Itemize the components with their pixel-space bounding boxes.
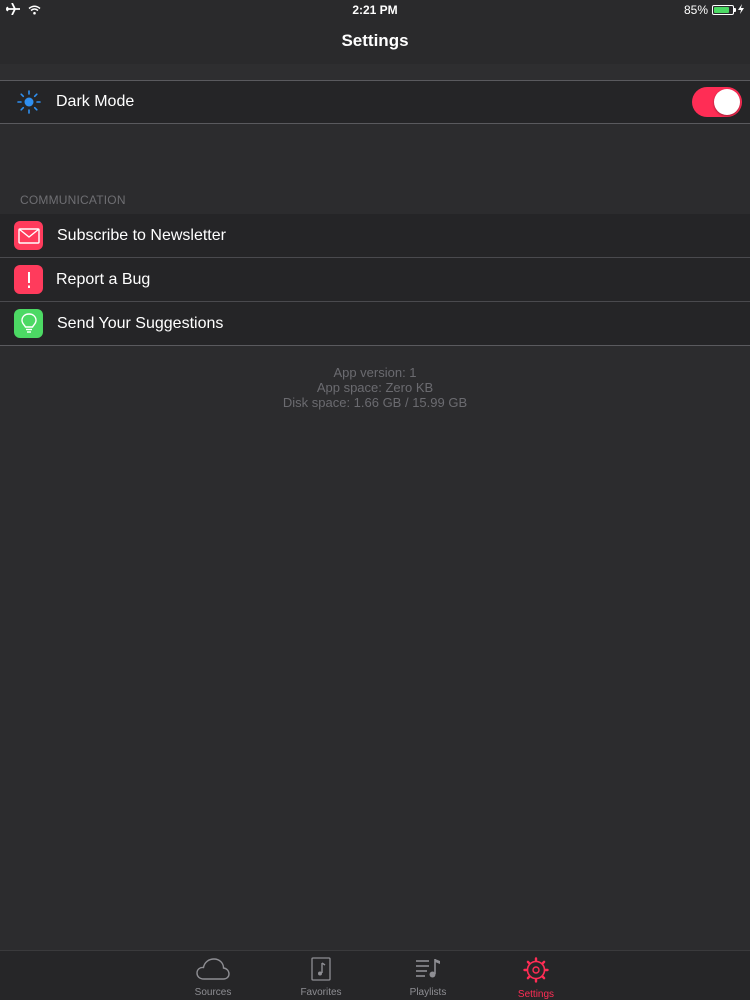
dark-mode-label: Dark Mode: [56, 93, 135, 110]
charging-icon: [738, 3, 744, 17]
cloud-icon: [196, 951, 230, 986]
top-bar: 2:21 PM 85% Settings: [0, 0, 750, 64]
settings-screen: 2:21 PM 85% Settings Dark Mode COMMUNICA…: [0, 0, 750, 1000]
separator-band: [0, 64, 750, 80]
subscribe-newsletter-label: Subscribe to Newsletter: [57, 226, 226, 244]
status-time: 2:21 PM: [352, 3, 398, 17]
tab-playlists[interactable]: Playlists: [388, 951, 468, 1000]
page-title: Settings: [341, 31, 409, 50]
toggle-knob: [714, 89, 740, 115]
divider: [0, 123, 750, 124]
sun-icon: [17, 90, 41, 119]
music-note-icon: [311, 951, 331, 986]
exclamation-icon: [14, 265, 43, 294]
tab-settings-label: Settings: [517, 989, 555, 1000]
dark-mode-toggle[interactable]: [692, 87, 742, 117]
divider: [0, 345, 750, 346]
send-suggestions-label: Send Your Suggestions: [57, 314, 224, 332]
battery-fill: [714, 7, 730, 13]
battery-icon: [712, 5, 736, 15]
appearance-group: Dark Mode: [0, 81, 750, 123]
battery-percent: 85%: [683, 3, 708, 17]
disk-space: Disk space: 1.66 GB / 15.99 GB: [282, 395, 468, 410]
subscribe-newsletter-row[interactable]: Subscribe to Newsletter: [0, 214, 750, 257]
report-bug-row[interactable]: Report a Bug: [0, 258, 750, 301]
playlist-icon: [415, 951, 441, 986]
tab-playlists-label: Playlists: [409, 987, 447, 998]
tab-sources-label: Sources: [194, 987, 232, 998]
gear-icon: [523, 951, 549, 988]
tab-sources[interactable]: Sources: [173, 951, 253, 1000]
communication-group: Subscribe to Newsletter Report a Bug Sen…: [0, 214, 750, 345]
envelope-icon: [14, 221, 43, 250]
app-version: App version: 1: [333, 365, 417, 380]
app-info: App version: 1 App space: Zero KB Disk s…: [0, 365, 750, 410]
app-space: App space: Zero KB: [316, 380, 434, 395]
dark-mode-row[interactable]: Dark Mode: [0, 81, 750, 123]
tab-favorites[interactable]: Favorites: [281, 951, 361, 1000]
tab-favorites-label: Favorites: [300, 987, 342, 998]
tab-bar: Sources Favorites Playlists Settings: [0, 950, 750, 1000]
lightbulb-icon: [14, 309, 43, 338]
report-bug-label: Report a Bug: [56, 270, 151, 288]
tab-settings[interactable]: Settings: [496, 951, 576, 1000]
send-suggestions-row[interactable]: Send Your Suggestions: [0, 302, 750, 345]
status-bar: 2:21 PM 85%: [0, 0, 750, 20]
section-header-communication: COMMUNICATION: [20, 193, 126, 207]
